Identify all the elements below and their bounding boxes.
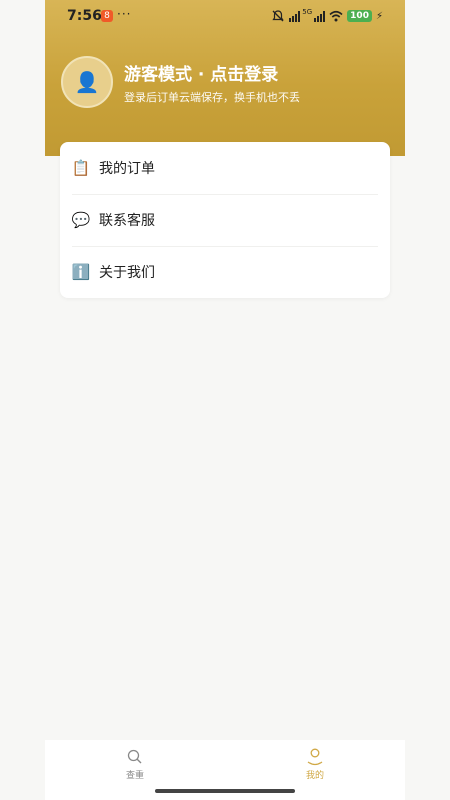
network-type: 5G: [302, 8, 313, 16]
tab-check[interactable]: 查重: [105, 746, 165, 788]
menu-item-label: 我的订单: [99, 161, 155, 177]
signal-icon-2: [314, 10, 326, 22]
user-icon: 👤: [74, 70, 100, 94]
menu-item-orders[interactable]: 📋 我的订单: [60, 142, 390, 194]
battery-indicator: 100: [347, 10, 372, 22]
status-bar: 7:56 8 ··· 5G 100 ⚡: [45, 0, 405, 34]
mute-icon: [272, 10, 284, 22]
menu-item-label: 联系客服: [99, 213, 155, 229]
notification-badge: 8: [101, 10, 113, 22]
tab-mine[interactable]: 我的: [285, 746, 345, 788]
charging-icon: ⚡: [375, 10, 383, 22]
avatar[interactable]: 👤: [61, 56, 113, 108]
clipboard-icon: 📋: [71, 159, 91, 177]
speech-bubble-icon: 💬: [71, 211, 91, 229]
more-notifications-icon: ···: [117, 7, 132, 21]
info-icon: ℹ️: [71, 263, 91, 281]
menu-item-label: 关于我们: [99, 265, 155, 281]
menu-item-about[interactable]: ℹ️ 关于我们: [60, 246, 390, 298]
profile-icon: [307, 748, 323, 766]
wifi-icon: [329, 10, 343, 22]
tab-label: 我的: [305, 771, 324, 781]
menu-item-support[interactable]: 💬 联系客服: [60, 194, 390, 246]
login-prompt-subtitle: 登录后订单云端保存，换手机也不丢: [124, 91, 300, 104]
status-time: 7:56: [67, 8, 102, 24]
menu-card: 📋 我的订单 💬 联系客服 ℹ️ 关于我们: [60, 142, 390, 298]
search-icon: [127, 749, 142, 764]
tab-label: 查重: [125, 771, 144, 781]
login-prompt-title[interactable]: 游客模式 · 点击登录: [124, 60, 278, 85]
profile-header: 7:56 8 ··· 5G 100 ⚡ 👤 游客模式 · 点击登录 登录后订单云…: [45, 0, 405, 156]
status-icons: 5G 100 ⚡: [271, 8, 383, 23]
home-indicator[interactable]: [155, 789, 295, 793]
signal-icon: [289, 10, 301, 22]
app-screen: 7:56 8 ··· 5G 100 ⚡ 👤 游客模式 · 点击登录 登录后订单云…: [45, 0, 405, 800]
